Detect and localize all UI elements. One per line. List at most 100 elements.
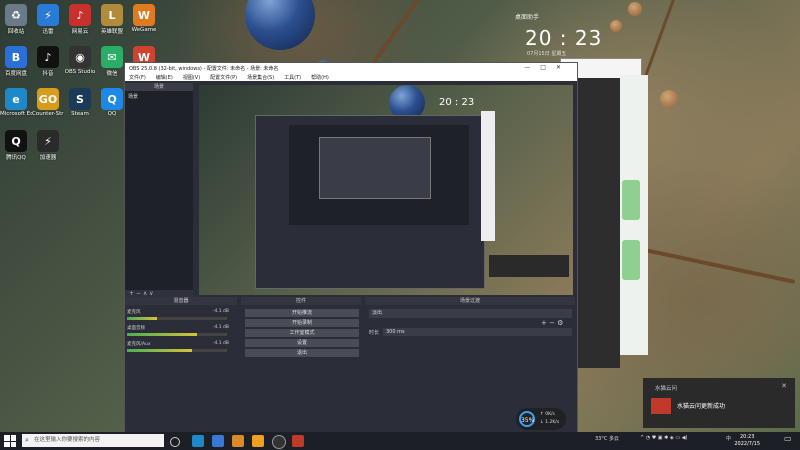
desktop-icon-label: Microsoft Edge (0, 111, 32, 117)
desktop-icon[interactable]: ⚡ 迅雷 (32, 4, 64, 35)
volume-meter[interactable] (127, 349, 227, 352)
close-icon[interactable]: ✕ (781, 382, 787, 390)
taskbar-search-box[interactable]: ⌕ 在这里输入你要搜索的内容 (22, 434, 164, 447)
app-icon[interactable] (232, 435, 244, 447)
desktop-icon[interactable]: GOCounter-Strike (32, 88, 64, 117)
desktop-icon-label: 百度网盘 (4, 71, 27, 77)
app-icon: S (69, 88, 91, 110)
volume-meter[interactable] (127, 333, 227, 336)
obs-title: OBS 25.0.8 (32-bit, windows) - 配置文件: 未命名… (129, 65, 279, 72)
desktop-icon[interactable]: ⚡ 加速器 (32, 130, 64, 161)
app-card[interactable] (622, 240, 640, 280)
desktop-icon-label: 回收站 (7, 29, 25, 35)
channel-db: -4.1 dB (212, 309, 229, 314)
app-icon: L (101, 4, 123, 26)
duration-input[interactable]: 300 ms (383, 328, 572, 336)
clock-widget[interactable]: 桌面助手 20 : 23 07月15日 星期五 (515, 12, 635, 60)
scene-item[interactable]: 场景 (125, 91, 193, 102)
app-icon: GO (37, 88, 59, 110)
control-button[interactable]: 设置 (245, 339, 359, 347)
toast-notification[interactable]: 水猫云问 ✕ 水猫云问更新成功 (643, 378, 795, 428)
widget-date: 07月15日 星期五 (527, 51, 567, 57)
widget-title: 桌面助手 (515, 14, 540, 21)
menu-item[interactable]: 工具(T) (284, 74, 301, 81)
search-icon: ⌕ (25, 436, 29, 444)
search-placeholder: 在这里输入你要搜索的内容 (34, 437, 101, 443)
desktop-icon[interactable]: ♻ 回收站 (0, 4, 32, 35)
window-controls[interactable]: —□✕ (524, 64, 571, 71)
volume-level (127, 333, 197, 336)
taskbar-clock[interactable]: 20:23 2022/7/15 (734, 434, 760, 448)
app-icon[interactable] (292, 435, 304, 447)
menu-item[interactable]: 配置文件(P) (210, 74, 237, 81)
taskbar: ⌕ 在这里输入你要搜索的内容 33°C 多云 ^ ◔ ♥ ▣ ✱ ◈ ▭ ◀) … (0, 432, 800, 450)
app-icon: ♪ (69, 4, 91, 26)
wallpaper-bud (660, 90, 678, 108)
obs-menu-bar: 文件(F) 编辑(E) 视图(V) 配置文件(P) 场景集合(S) 工具(T) 帮助(H) (125, 73, 577, 81)
control-button[interactable]: 工作室模式 (245, 329, 359, 337)
weather-indicator[interactable]: 33°C 多云 (595, 435, 619, 442)
desktop-icon-label: 加速器 (39, 155, 57, 161)
transition-select[interactable]: 淡出 (369, 309, 572, 318)
desktop-icon[interactable]: ♪ 网易云 (64, 4, 96, 35)
menu-item[interactable]: 视图(V) (183, 74, 200, 81)
windows-start-icon[interactable] (4, 435, 16, 447)
taskbar-time: 20:23 (739, 434, 755, 440)
tray-icons[interactable]: ^ ◔ ♥ ▣ ✱ ◈ ▭ ◀) (640, 435, 687, 441)
app-icon: e (5, 88, 27, 110)
desktop-icon-label: Steam (71, 111, 89, 117)
menu-item[interactable]: 场景集合(S) (247, 74, 274, 81)
taskbar-date: 2022/7/15 (734, 441, 760, 447)
control-button[interactable]: 开始录制 (245, 319, 359, 327)
nested-time: 20 : 23 (439, 97, 475, 108)
transition-add-remove[interactable]: + − ⚙ (541, 319, 563, 327)
menu-item[interactable]: 帮助(H) (311, 74, 329, 81)
menu-item[interactable]: 编辑(E) (156, 74, 173, 81)
menu-item[interactable]: 文件(F) (129, 74, 146, 81)
desktop-icon-label: WeGame (131, 27, 157, 33)
duration-label: 时长 (369, 330, 380, 336)
control-button[interactable]: 开始推流 (245, 309, 359, 317)
desktop-icon[interactable]: S Steam (64, 88, 96, 117)
desktop-icon[interactable]: B 百度网盘 (0, 46, 32, 77)
notification-center-icon[interactable]: ▭ (784, 434, 792, 443)
app-icon: ◉ (69, 46, 91, 68)
input-language[interactable]: 中 (726, 435, 731, 442)
task-view-icon[interactable] (170, 437, 180, 447)
nested-obs-inner (319, 137, 431, 199)
network-speed-gauge[interactable]: 35% ↑ 0K/s ↓ 1.2K/s (516, 408, 566, 430)
control-button[interactable]: 退出 (245, 349, 359, 357)
desktop-icon[interactable]: L 英雄联盟 (96, 4, 128, 35)
app-card[interactable] (622, 180, 640, 220)
desktop-icon[interactable]: ◉ OBS Studio (64, 46, 96, 75)
obs-preview: 20 : 23 (199, 85, 573, 295)
volume-level (127, 317, 157, 320)
nested-white-window (481, 111, 495, 241)
scenes-panel: 场景 场景 + − ∧ ∨ (125, 83, 193, 298)
desktop-icon-label: Counter-Strike (32, 111, 64, 117)
mixer-channel[interactable]: 麦克风 -4.1 dB (127, 309, 237, 323)
desktop-icon[interactable]: Q 腾讯QQ (0, 130, 32, 161)
app-icon: B (5, 46, 27, 68)
app-icon[interactable] (252, 435, 264, 447)
volume-meter[interactable] (127, 317, 227, 320)
mixer-channel[interactable]: 麦克风/Aux -4.1 dB (127, 341, 237, 355)
app-icon: ♻ (5, 4, 27, 26)
desktop-icon[interactable]: ♪ 抖音 (32, 46, 64, 77)
app-icon: ✉ (101, 46, 123, 68)
app-icon[interactable] (212, 435, 224, 447)
app-icon: Q (101, 88, 123, 110)
desktop-icon-label: 抖音 (42, 71, 54, 77)
channel-db: -4.1 dB (212, 325, 229, 330)
scenes-header: 场景 (125, 83, 193, 91)
desktop-icon[interactable]: W WeGame (128, 4, 160, 33)
obs-title-bar[interactable]: OBS 25.0.8 (32-bit, windows) - 配置文件: 未命名… (125, 63, 577, 73)
obs-window[interactable]: OBS 25.0.8 (32-bit, windows) - 配置文件: 未命名… (124, 62, 578, 434)
volume-level (127, 349, 192, 352)
mixer-channel[interactable]: 桌面音频 -4.1 dB (127, 325, 237, 339)
desktop-icon[interactable]: eMicrosoft Edge (0, 88, 32, 117)
edge-icon[interactable] (192, 435, 204, 447)
app-icon: W (133, 4, 155, 26)
obs-taskbar-icon[interactable] (272, 435, 286, 449)
desktop-icon-label: 英雄联盟 (100, 29, 123, 35)
